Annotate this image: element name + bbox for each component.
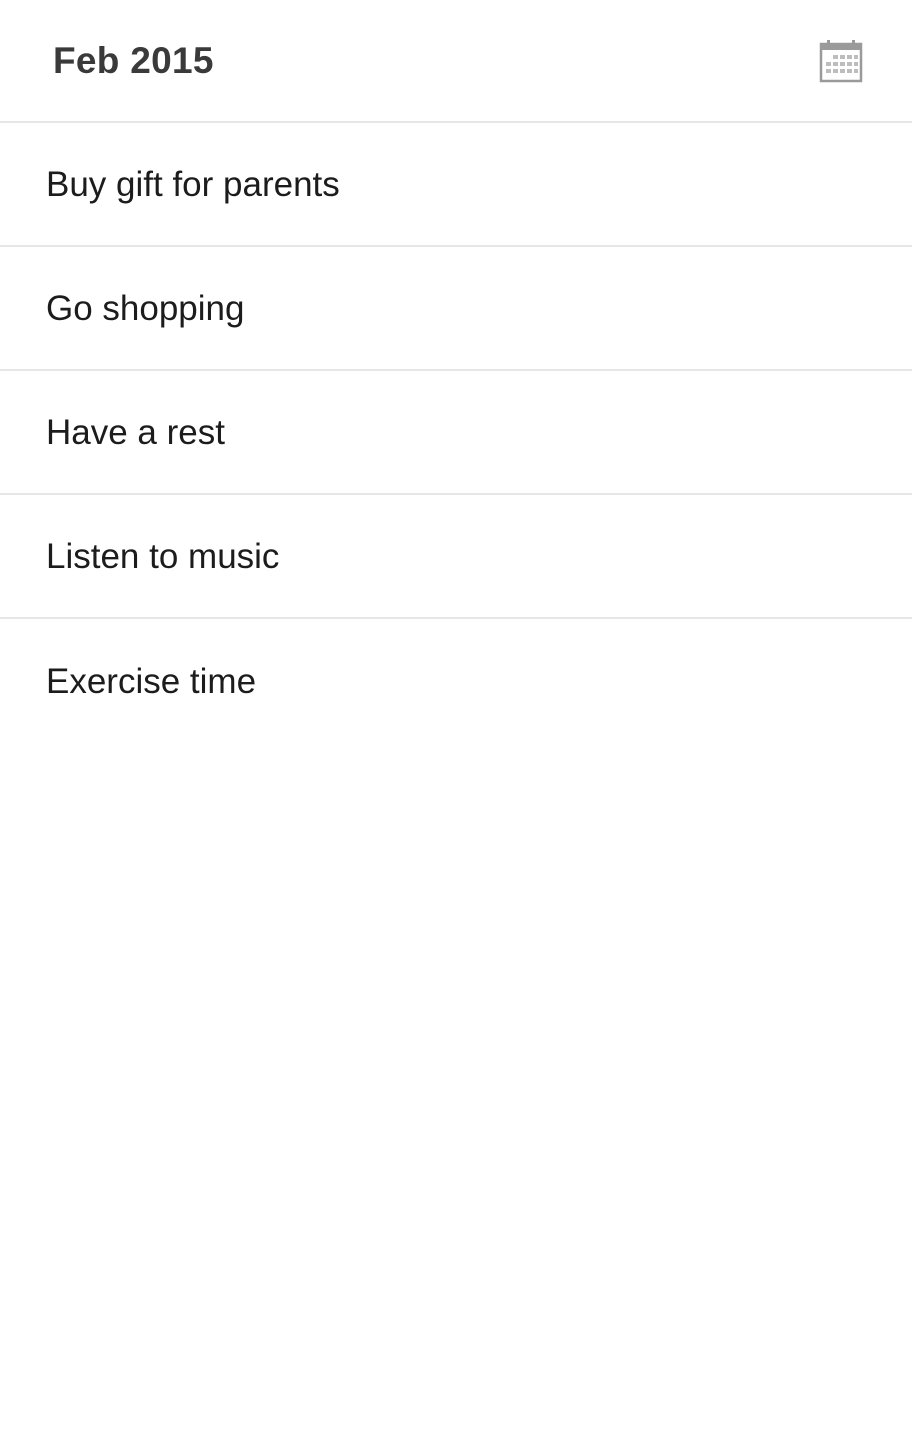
- task-item[interactable]: Have a rest: [0, 371, 912, 495]
- task-label: Go shopping: [46, 289, 245, 328]
- task-label: Have a rest: [46, 413, 225, 452]
- task-list: Buy gift for parents Go shopping Have a …: [0, 123, 912, 743]
- task-label: Exercise time: [46, 662, 257, 701]
- calendar-icon: [819, 40, 863, 83]
- task-item[interactable]: Exercise time: [0, 619, 912, 743]
- month-title: Feb 2015: [53, 40, 214, 81]
- calendar-button[interactable]: [818, 38, 864, 84]
- task-label: Buy gift for parents: [46, 165, 340, 204]
- task-item[interactable]: Go shopping: [0, 247, 912, 371]
- task-item[interactable]: Listen to music: [0, 495, 912, 619]
- task-label: Listen to music: [46, 537, 280, 576]
- app-header: Feb 2015: [0, 0, 912, 123]
- task-item[interactable]: Buy gift for parents: [0, 123, 912, 247]
